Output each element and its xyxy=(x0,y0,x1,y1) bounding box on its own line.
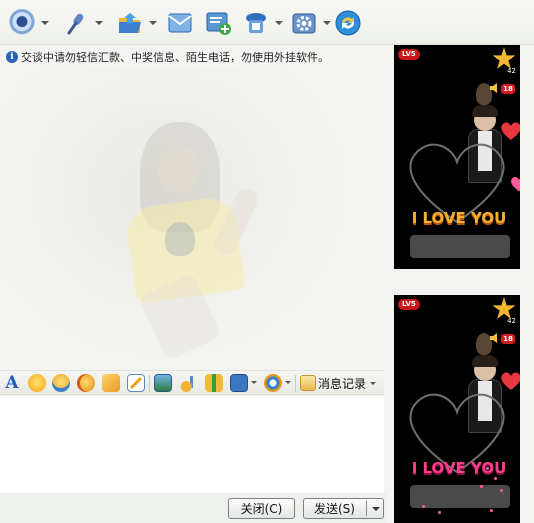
sparkle xyxy=(494,477,497,480)
format-toolbar: A 消息记录 xyxy=(0,370,384,395)
sparkle xyxy=(480,485,483,488)
friend-show-panel[interactable]: LV5 42 18 I LOVE YOU xyxy=(394,295,520,523)
sparkle xyxy=(490,509,493,512)
emoticon-icon[interactable] xyxy=(28,374,46,392)
avatar-hair xyxy=(472,355,498,367)
shake-window-icon[interactable] xyxy=(102,374,120,392)
webcam-button[interactable] xyxy=(8,8,49,38)
divider xyxy=(295,375,296,392)
gift-icon[interactable] xyxy=(205,374,223,392)
message-history-icon xyxy=(300,375,316,391)
sparkle xyxy=(438,511,441,514)
background-photo-face xyxy=(158,145,200,193)
send-image-icon[interactable] xyxy=(154,374,172,392)
speaker-icon[interactable] xyxy=(490,333,502,343)
avatar-hair xyxy=(472,105,498,117)
top-toolbar xyxy=(0,0,534,45)
send-options-chevron-icon[interactable] xyxy=(372,507,380,511)
settings-button[interactable] xyxy=(290,8,331,38)
send-button[interactable]: 发送(S) xyxy=(303,498,384,519)
sparkle xyxy=(486,467,489,470)
divider xyxy=(149,375,150,392)
message-history-label: 消息记录 xyxy=(318,376,367,391)
chevron-down-icon[interactable] xyxy=(41,21,49,25)
magic-face-icon[interactable] xyxy=(52,374,70,392)
webcam-icon xyxy=(8,9,36,37)
security-notice-text: 交谈中请勿轻信汇款、中奖信息、陌生电话，勿使用外挂软件。 xyxy=(21,51,329,64)
chevron-down-icon[interactable] xyxy=(149,21,157,25)
app-plugins-button[interactable] xyxy=(242,8,283,38)
speaker-icon[interactable] xyxy=(490,83,502,93)
chevron-down-icon[interactable] xyxy=(285,381,291,384)
group-chat-button[interactable] xyxy=(204,8,232,38)
chevron-down-icon[interactable] xyxy=(251,381,257,384)
star-count: 42 xyxy=(507,317,516,325)
send-file-button[interactable] xyxy=(116,8,157,38)
handwriting-icon[interactable] xyxy=(127,374,145,392)
send-button-label: 发送(S) xyxy=(314,502,355,516)
screenshot-icon[interactable] xyxy=(230,374,248,392)
chevron-down-icon[interactable] xyxy=(275,21,283,25)
sparkle xyxy=(422,505,425,508)
folder-icon xyxy=(116,9,144,37)
heart-icon xyxy=(501,122,520,140)
remote-assist-button[interactable] xyxy=(334,8,362,38)
chevron-down-icon[interactable] xyxy=(370,381,377,385)
volume-badge: 18 xyxy=(501,84,515,94)
volume-badge: 18 xyxy=(501,334,515,344)
mail-icon xyxy=(166,9,194,37)
info-icon: i xyxy=(6,51,18,63)
voice-button[interactable] xyxy=(62,8,103,38)
background-photo-print xyxy=(165,222,195,256)
chevron-down-icon[interactable] xyxy=(95,21,103,25)
star-count: 42 xyxy=(507,67,516,75)
flash-face-icon[interactable] xyxy=(77,374,95,392)
gear-icon xyxy=(290,9,318,37)
chat-history[interactable] xyxy=(0,67,384,393)
message-input[interactable] xyxy=(0,396,384,493)
sparkle xyxy=(500,489,503,492)
add-chat-icon xyxy=(204,9,232,37)
music-icon[interactable] xyxy=(179,374,197,392)
glowing-heart-icon xyxy=(511,177,520,192)
payment-icon[interactable] xyxy=(264,374,282,392)
microphone-icon xyxy=(62,9,90,37)
level-badge: LV5 xyxy=(398,299,420,310)
refresh-icon xyxy=(334,9,362,37)
show-chat-bubble xyxy=(410,235,510,258)
message-history-button[interactable]: 消息记录 xyxy=(300,374,377,392)
my-show-panel[interactable]: LV5 42 18 I LOVE YOU xyxy=(394,45,520,269)
divider xyxy=(366,501,367,516)
apps-icon xyxy=(242,9,270,37)
chat-main-area: i 交谈中请勿轻信汇款、中奖信息、陌生电话，勿使用外挂软件。 A 消息记录 关闭… xyxy=(0,45,387,523)
bottom-bar: 关闭(C) 发送(S) xyxy=(0,493,387,523)
show-chat-bubble xyxy=(410,485,510,508)
security-notice: i 交谈中请勿轻信汇款、中奖信息、陌生电话，勿使用外挂软件。 xyxy=(6,49,329,65)
love-text: I LOVE YOU xyxy=(411,209,507,227)
chevron-down-icon[interactable] xyxy=(323,21,331,25)
font-icon[interactable]: A xyxy=(3,374,21,392)
love-text: I LOVE YOU xyxy=(411,459,507,477)
send-mail-button[interactable] xyxy=(166,8,194,38)
close-button[interactable]: 关闭(C) xyxy=(228,498,295,519)
heart-icon xyxy=(501,372,520,390)
level-badge: LV5 xyxy=(398,49,420,60)
show-panel-column: LV5 42 18 I LOVE YOU LV5 42 18 I LOVE YO… xyxy=(387,45,534,523)
